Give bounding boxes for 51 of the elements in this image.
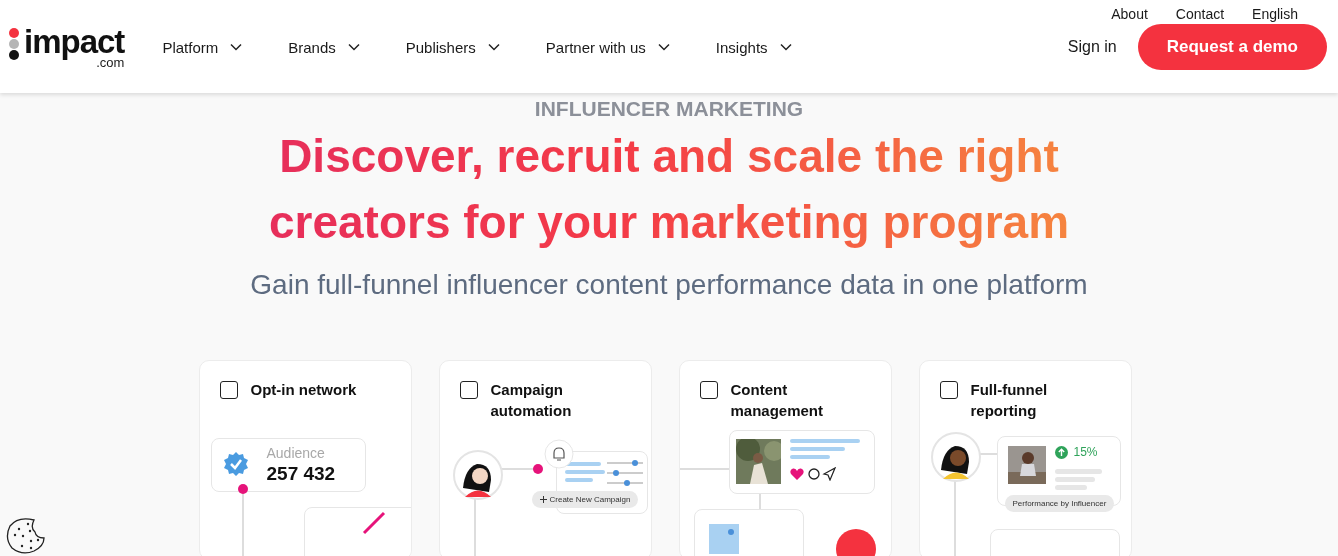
- placeholder-line: [1054, 477, 1095, 482]
- nav-item[interactable]: Partner with us: [545, 38, 670, 56]
- feature-checkbox[interactable]: [699, 381, 718, 399]
- performance-chip: Performance by Influencer: [1004, 495, 1115, 512]
- feature-title: Campaign automation: [490, 380, 573, 421]
- placeholder-line: [564, 470, 605, 474]
- chevron-down-icon: [347, 43, 360, 51]
- slash-mark-icon: [361, 511, 386, 535]
- utility-link[interactable]: About: [1111, 6, 1148, 26]
- placeholder-line: [789, 439, 860, 443]
- chevron-down-icon: [779, 43, 792, 51]
- reaction-icons-drawing: [789, 467, 836, 481]
- feature-title: Opt-in network: [250, 380, 357, 400]
- chevron-down-icon: [657, 43, 670, 51]
- placeholder-line: [789, 447, 845, 451]
- chevron-down-icon: [230, 43, 243, 51]
- placeholder-line: [1054, 469, 1102, 474]
- verified-badge-icon: [222, 451, 249, 477]
- request-demo-button[interactable]: Request a demo: [1137, 24, 1327, 70]
- eyebrow-label: INFLUENCER MARKETING: [534, 97, 804, 121]
- feature-checkbox[interactable]: [939, 381, 958, 399]
- audience-count: 257 432: [266, 463, 336, 485]
- logo-text: impact: [24, 25, 125, 58]
- growth-percentage: 15%: [1073, 445, 1098, 459]
- connector-dot-icon: [532, 464, 543, 474]
- nav-item[interactable]: Platform: [162, 38, 243, 56]
- slider-controls-icon: [606, 460, 643, 486]
- placeholder-line: [1054, 485, 1087, 490]
- feature-title: Full-funnel reporting: [970, 380, 1049, 421]
- connector-dot-icon: [237, 484, 248, 494]
- placeholder-line: [564, 478, 593, 482]
- utility-link[interactable]: Contact: [1175, 6, 1225, 26]
- logo-dots-icon: [8, 27, 20, 63]
- chevron-down-icon: [487, 43, 500, 51]
- up-arrow-icon: [1054, 446, 1068, 459]
- plus-icon: [539, 496, 547, 503]
- cookie-icon[interactable]: [4, 516, 46, 556]
- placeholder-line: [789, 455, 830, 459]
- nav-item[interactable]: Brands: [288, 38, 360, 56]
- sign-in-link[interactable]: Sign in: [1067, 38, 1117, 56]
- feature-checkbox[interactable]: [219, 381, 238, 399]
- nav-item[interactable]: Insights: [715, 38, 792, 56]
- nav-item[interactable]: Publishers: [405, 38, 500, 56]
- hero-subtitle: Gain full-funnel influencer content performance data in one platform: [250, 269, 1088, 301]
- feature-title: Content management: [730, 380, 825, 421]
- logo-suffix: .com: [96, 56, 125, 69]
- chip-label: Create New Campaign: [549, 495, 631, 504]
- image-placeholder-icon: [708, 524, 739, 554]
- feature-checkbox[interactable]: [459, 381, 478, 399]
- utility-link[interactable]: English: [1252, 6, 1298, 26]
- audience-label: Audience: [266, 445, 325, 461]
